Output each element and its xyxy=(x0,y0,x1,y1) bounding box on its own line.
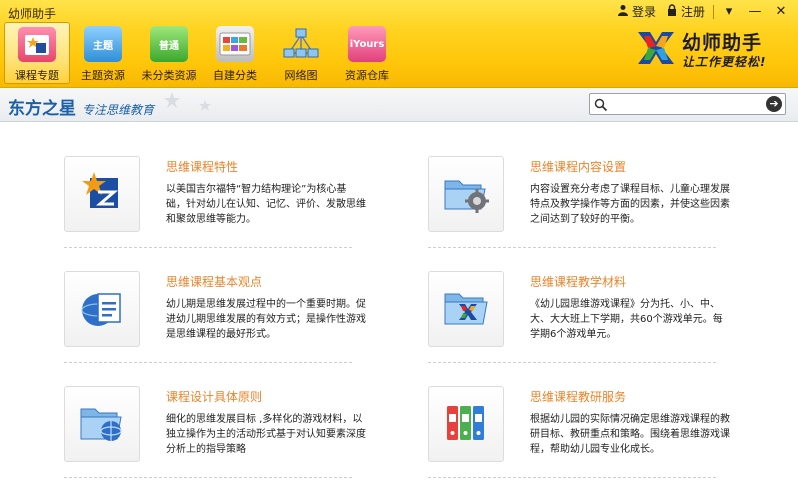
lock-icon xyxy=(666,4,678,19)
star-logo-icon xyxy=(80,170,124,218)
theme-badge: 主题 xyxy=(93,40,113,52)
binders-icon xyxy=(441,400,491,448)
divider xyxy=(428,362,716,363)
course-card-desc: 细化的思维发展目标 ,多样化的游戏材料，以独立操作为主的活动形式基于对认知要素深… xyxy=(166,414,366,455)
close-button[interactable]: ✕ xyxy=(770,4,792,19)
register-label: 注册 xyxy=(680,5,705,19)
course-card: 思维课程教研服务 根据幼儿园的实际情况确定思维游戏课程的教研目标、教研重点和策略… xyxy=(428,386,730,485)
course-card-title[interactable]: 思维课程内容设置 xyxy=(530,158,626,175)
top-header: 幼师助手 登录 注册 ▾ — ✕ 课程专题 主题 主题资源 普通 未分类资源 自… xyxy=(0,0,798,88)
toolbar-label: 自建分类 xyxy=(213,69,257,82)
iyours-badge: iYours xyxy=(349,38,385,50)
logo-name: 幼师助手 xyxy=(682,32,763,54)
theme-folder-icon: 主题 xyxy=(84,26,122,62)
toolbar-label: 网络图 xyxy=(284,69,318,82)
user-icon xyxy=(617,4,629,19)
login-button[interactable]: 登录 xyxy=(617,3,656,20)
menu-dropdown-button[interactable]: ▾ xyxy=(718,4,740,19)
course-card-title[interactable]: 思维课程特性 xyxy=(166,158,238,175)
course-card-title[interactable]: 思维课程教学材料 xyxy=(530,273,626,290)
course-card-desc: 幼儿期是思维发展过程中的一个重要时期。促进幼儿期思维发展的有效方式；是操作性游戏… xyxy=(166,299,366,340)
course-card-icon-button[interactable] xyxy=(64,386,140,462)
decorative-stars-icon xyxy=(160,90,220,120)
search-input[interactable] xyxy=(612,96,762,112)
toolbar-label: 未分类资源 xyxy=(141,69,197,82)
toolbar-item-net[interactable]: 网络图 xyxy=(268,22,334,84)
toolbar-item-topic[interactable]: 课程专题 xyxy=(4,22,70,84)
toolbar-label: 资源仓库 xyxy=(345,69,389,82)
course-card: 思维课程基本观点 幼儿期是思维发展过程中的一个重要时期。促进幼儿期思维发展的有效… xyxy=(64,271,366,371)
toolbar-item-general[interactable]: 普通 未分类资源 xyxy=(136,22,202,84)
toolbar-label: 课程专题 xyxy=(15,69,59,82)
course-card: 思维课程内容设置 内容设置充分考虑了课程目标、儿童心理发展特点及教学操作等方面的… xyxy=(428,156,730,256)
course-card-icon-button[interactable] xyxy=(64,271,140,347)
brand-tagline: 专注思维教育 xyxy=(82,103,155,117)
divider xyxy=(428,477,716,478)
app-logo: 幼师助手 让工作更轻松! xyxy=(634,26,784,76)
logo-x-icon xyxy=(634,26,678,70)
course-card-icon-button[interactable] xyxy=(428,271,504,347)
general-folder-icon: 普通 xyxy=(150,26,188,62)
search-icon xyxy=(594,97,608,112)
toolbar-label: 主题资源 xyxy=(81,69,125,82)
document-globe-icon xyxy=(80,284,124,334)
custom-category-icon xyxy=(216,26,254,62)
resource-store-icon: iYours xyxy=(348,26,386,62)
content-area: 思维课程特性 以美国吉尔福特“智力结构理论”为核心基础，针对幼儿在认知、记忆、评… xyxy=(0,123,798,485)
course-card-title[interactable]: 思维课程基本观点 xyxy=(166,273,262,290)
course-card-desc: 根据幼儿园的实际情况确定思维游戏课程的教研目标、教研重点和策略。围绕着思维游戏课… xyxy=(530,414,730,455)
course-card: 课程设计具体原则 细化的思维发展目标 ,多样化的游戏材料，以独立操作为主的活动形… xyxy=(64,386,366,485)
main-toolbar: 课程专题 主题 主题资源 普通 未分类资源 自建分类 网络图 iYours 资源… xyxy=(4,22,400,84)
divider xyxy=(428,247,716,248)
login-label: 登录 xyxy=(631,5,656,19)
app-title: 幼师助手 xyxy=(8,7,57,21)
course-card-title[interactable]: 思维课程教研服务 xyxy=(530,388,626,405)
register-button[interactable]: 注册 xyxy=(666,3,705,20)
toolbar-item-iyours[interactable]: iYours 资源仓库 xyxy=(334,22,400,84)
course-card: 思维课程特性 以美国吉尔福特“智力结构理论”为核心基础，针对幼儿在认知、记忆、评… xyxy=(64,156,366,256)
logo-slogan: 让工作更轻松! xyxy=(682,55,767,69)
sub-header: 东方之星 专注思维教育 ➔ xyxy=(0,88,798,122)
brand: 东方之星 专注思维教育 xyxy=(8,94,154,119)
network-diagram-icon xyxy=(282,26,320,62)
divider xyxy=(713,4,714,19)
search-box: ➔ xyxy=(589,93,786,115)
topic-icon xyxy=(18,27,56,62)
course-card-desc: 《幼儿园思维游戏课程》分为托、小、中、大、大大班上下学期，共60个游戏单元。每学… xyxy=(530,299,723,340)
toolbar-item-custom[interactable]: 自建分类 xyxy=(202,22,268,84)
brand-name: 东方之星 xyxy=(8,99,76,119)
folder-globe-icon xyxy=(77,399,127,449)
divider xyxy=(64,362,352,363)
folder-gear-icon xyxy=(441,169,491,219)
search-go-button[interactable]: ➔ xyxy=(766,96,782,112)
divider xyxy=(64,247,352,248)
course-card-title[interactable]: 课程设计具体原则 xyxy=(166,388,262,405)
course-card-desc: 以美国吉尔福特“智力结构理论”为核心基础，针对幼儿在认知、记忆、评价、发散思维和… xyxy=(166,184,366,225)
general-badge: 普通 xyxy=(159,40,179,52)
course-card-icon-button[interactable] xyxy=(428,386,504,462)
course-card: 思维课程教学材料 《幼儿园思维游戏课程》分为托、小、中、大、大大班上下学期，共6… xyxy=(428,271,728,371)
toolbar-item-theme[interactable]: 主题 主题资源 xyxy=(70,22,136,84)
course-card-desc: 内容设置充分考虑了课程目标、儿童心理发展特点及教学操作等方面的因素，并使这些因素… xyxy=(530,184,730,225)
course-card-icon-button[interactable] xyxy=(428,156,504,232)
course-card-icon-button[interactable] xyxy=(64,156,140,232)
divider xyxy=(64,477,352,478)
window-controls: 登录 注册 ▾ — ✕ xyxy=(607,3,792,20)
folder-x-icon xyxy=(441,284,491,334)
minimize-button[interactable]: — xyxy=(744,4,766,19)
